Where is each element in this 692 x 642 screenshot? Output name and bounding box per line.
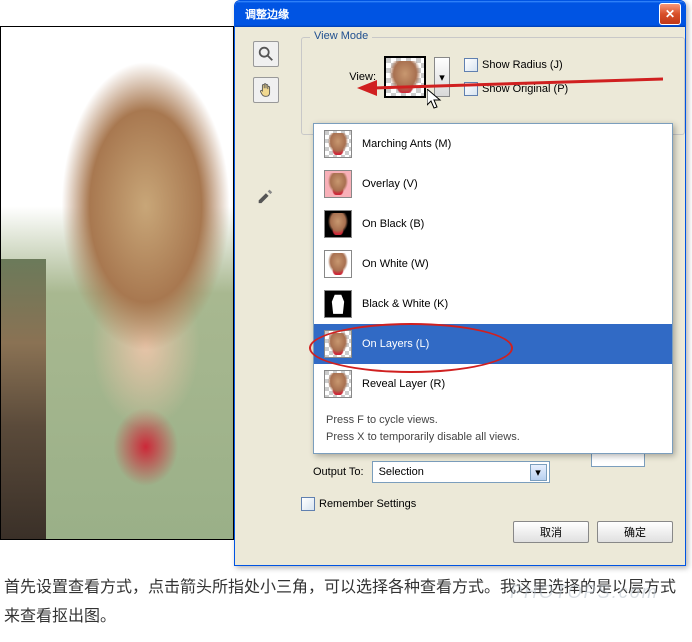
view-option-on-layers[interactable]: On Layers (L) xyxy=(314,324,672,364)
zoom-tool[interactable] xyxy=(253,41,279,67)
view-option-reveal-layer[interactable]: Reveal Layer (R) xyxy=(314,364,672,404)
close-button[interactable]: ✕ xyxy=(659,3,681,25)
chevron-down-icon: ▾ xyxy=(439,71,445,84)
dialog-title: 调整边缘 xyxy=(245,6,289,22)
ok-button[interactable]: 确定 xyxy=(597,521,673,543)
watermark: PHOTOPS.com xyxy=(510,582,659,603)
remember-settings-checkbox[interactable]: Remember Settings xyxy=(301,497,416,511)
document-canvas xyxy=(0,26,234,540)
view-mode-group: View Mode View: ▾ Show Radius (J) Show O… xyxy=(301,37,685,135)
refine-brush-tool[interactable] xyxy=(253,183,277,207)
refine-edge-dialog: 调整边缘 ✕ View Mode View: ▾ Show Radius (J)… xyxy=(234,0,686,566)
view-label: View: xyxy=(312,71,376,83)
view-option-marching-ants[interactable]: Marching Ants (M) xyxy=(314,124,672,164)
show-original-checkbox[interactable]: Show Original (P) xyxy=(464,82,568,96)
tool-column xyxy=(253,41,279,207)
cancel-button[interactable]: 取消 xyxy=(513,521,589,543)
output-select[interactable]: Selection ▾ xyxy=(372,461,550,483)
show-radius-checkbox[interactable]: Show Radius (J) xyxy=(464,58,568,72)
hand-tool[interactable] xyxy=(253,77,279,103)
view-mode-legend: View Mode xyxy=(310,30,372,42)
view-option-on-black[interactable]: On Black (B) xyxy=(314,204,672,244)
view-dropdown-arrow[interactable]: ▾ xyxy=(434,57,450,97)
close-icon: ✕ xyxy=(665,7,675,21)
view-option-overlay[interactable]: Overlay (V) xyxy=(314,164,672,204)
output-row: Output To: Selection ▾ xyxy=(313,461,550,483)
view-thumbnail[interactable] xyxy=(384,56,426,98)
view-option-on-white[interactable]: On White (W) xyxy=(314,244,672,284)
dialog-titlebar[interactable]: 调整边缘 ✕ xyxy=(235,1,685,27)
output-label: Output To: xyxy=(313,466,364,478)
chevron-down-icon: ▾ xyxy=(530,464,547,481)
view-option-black-white[interactable]: Black & White (K) xyxy=(314,284,672,324)
view-mode-dropdown: Marching Ants (M) Overlay (V) On Black (… xyxy=(313,123,673,454)
dropdown-hints: Press F to cycle views. Press X to tempo… xyxy=(314,404,672,453)
